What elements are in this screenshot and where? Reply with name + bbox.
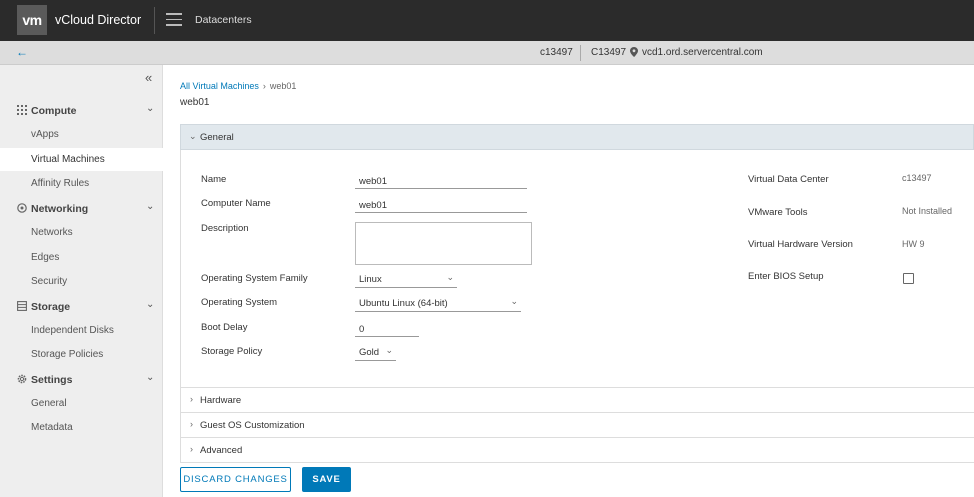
sidebar-item-storage-policies[interactable]: Storage Policies [0,343,163,366]
vmware-tools-label: VMware Tools [748,207,808,218]
sidebar-section-storage[interactable]: Storage ⌄ [0,296,163,318]
nav-datacenters[interactable]: Datacenters [195,14,252,26]
vmware-logo[interactable]: vm [17,5,47,35]
sidebar: « Compute ⌄ vApps Virtual Machines Affin… [0,65,163,497]
sidebar-section-label: Settings [31,374,73,386]
sidebar-section-label: Networking [31,203,89,215]
breadcrumb-current: web01 [269,81,297,91]
context-host: vcd1.ord.servercentral.com [642,47,763,58]
panel-advanced[interactable]: › Advanced [180,438,974,463]
back-arrow-icon[interactable]: ← [16,45,28,59]
network-icon [17,203,27,216]
app-title[interactable]: vCloud Director [55,13,141,27]
sidebar-item-affinity-rules[interactable]: Affinity Rules [0,172,163,195]
chevron-down-icon: ⌄ [385,345,393,355]
chevron-down-icon: ⌄ [146,372,155,383]
storage-icon [17,301,27,314]
sidebar-section-compute[interactable]: Compute ⌄ [0,100,163,122]
sidebar-section-settings[interactable]: Settings ⌄ [0,369,163,391]
boot-delay-input[interactable] [355,320,419,337]
chevron-down-icon: ⌄ [446,272,454,282]
page-title: web01 [180,97,210,108]
sidebar-section-networking[interactable]: Networking ⌄ [0,198,163,220]
sidebar-item-independent-disks[interactable]: Independent Disks [0,319,163,342]
sidebar-item-general[interactable]: General [0,392,163,415]
location-pin-icon [630,47,638,60]
os-label: Operating System [201,297,278,308]
context-bar: ← c13497 C13497 vcd1.ord.servercentral.c… [0,41,974,65]
description-textarea[interactable] [355,222,532,265]
context-divider [580,45,581,61]
storage-policy-select[interactable]: Gold ⌄ [355,344,396,361]
panel-general-header[interactable]: ⌄ General [180,124,974,150]
os-family-value: Linux [359,274,382,285]
vdc-label: Virtual Data Center [748,174,829,185]
chevron-down-icon: ⌄ [146,103,155,114]
name-input[interactable] [355,172,527,189]
breadcrumb: All Virtual Machines › web01 [180,81,296,91]
context-user: C13497 [591,47,627,58]
sidebar-item-virtual-machines[interactable]: Virtual Machines [0,148,163,171]
computer-name-label: Computer Name [201,198,271,209]
save-button[interactable]: SAVE [302,467,351,492]
chevron-down-icon: ⌄ [146,299,155,310]
discard-changes-button[interactable]: DISCARD CHANGES [180,467,291,492]
hw-version-value: HW 9 [902,239,925,249]
vdc-value: c13497 [902,173,932,183]
computer-name-input[interactable] [355,196,527,213]
sidebar-item-vapps[interactable]: vApps [0,123,163,146]
breadcrumb-chevron-icon: › [262,81,266,91]
chevron-right-icon: › [190,444,193,454]
boot-delay-label: Boot Delay [201,322,248,333]
sidebar-item-metadata[interactable]: Metadata [0,416,163,439]
grid-icon [17,105,27,118]
panel-hardware-label: Hardware [200,395,242,406]
sidebar-section-label: Storage [31,301,71,313]
gear-icon [17,374,27,387]
os-family-label: Operating System Family [201,273,308,284]
os-value: Ubuntu Linux (64-bit) [359,298,448,309]
hw-version-label: Virtual Hardware Version [748,239,853,250]
panel-hardware[interactable]: › Hardware [180,388,974,413]
top-header: vm vCloud Director Datacenters [0,0,974,41]
storage-policy-label: Storage Policy [201,346,263,357]
context-org: c13497 [540,47,573,58]
hamburger-menu-icon[interactable] [166,13,182,27]
storage-policy-value: Gold [359,347,380,358]
breadcrumb-link-all-vms[interactable]: All Virtual Machines [180,81,259,91]
chevron-down-icon: ⌄ [510,296,518,306]
sidebar-item-networks[interactable]: Networks [0,221,163,244]
panel-general-label: General [200,132,234,143]
main-content: All Virtual Machines › web01 web01 ⌄ Gener… [164,65,974,497]
panel-advanced-label: Advanced [200,445,243,456]
bios-setup-label: Enter BIOS Setup [748,271,824,282]
collapse-sidebar-icon[interactable]: « [145,70,152,85]
chevron-right-icon: › [190,419,193,429]
panel-guest-os-label: Guest OS Customization [200,420,305,431]
sidebar-section-label: Compute [31,105,77,117]
vmware-tools-value: Not Installed [902,206,953,216]
chevron-down-icon: ⌄ [146,201,155,212]
chevron-right-icon: › [190,394,193,404]
panel-general-body: Name Computer Name Description Operating… [180,150,974,388]
name-label: Name [201,174,227,185]
sidebar-item-security[interactable]: Security [0,270,163,293]
bios-setup-checkbox[interactable] [903,273,914,284]
os-family-select[interactable]: Linux ⌄ [355,271,457,288]
panel-guest-os[interactable]: › Guest OS Customization [180,413,974,438]
sidebar-item-edges[interactable]: Edges [0,246,163,269]
header-divider [154,7,155,34]
chevron-down-icon: ⌄ [189,131,197,141]
description-label: Description [201,223,249,234]
os-select[interactable]: Ubuntu Linux (64-bit) ⌄ [355,295,521,312]
